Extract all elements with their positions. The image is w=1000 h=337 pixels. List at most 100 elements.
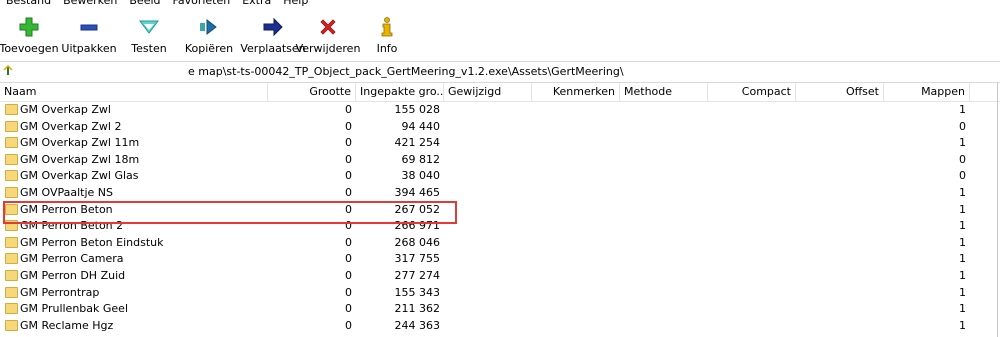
row-folders: 1 xyxy=(959,252,966,266)
row-folders: 1 xyxy=(959,202,966,216)
info-label: Info xyxy=(376,42,398,55)
row-size: 0 xyxy=(345,318,352,332)
row-packed: 211 362 xyxy=(394,302,441,316)
table-row[interactable]: GM Overkap Zwl Glas 0 38 040 0 xyxy=(0,168,1000,185)
address-path[interactable]: e map\st-ts-00042_TP_Object_pack_GertMee… xyxy=(188,65,624,78)
table-row[interactable]: GM Overkap Zwl 18m 0 69 812 0 xyxy=(0,152,1000,169)
menu-favorieten[interactable]: Favorieten xyxy=(167,0,237,8)
row-packed: 394 465 xyxy=(394,185,441,199)
row-name: GM Overkap Zwl Glas xyxy=(20,169,139,183)
window-border xyxy=(997,83,998,337)
row-packed: 155 343 xyxy=(394,285,441,299)
column-attributes[interactable]: Kenmerken xyxy=(532,83,620,101)
menu-help[interactable]: Help xyxy=(277,0,314,8)
row-packed: 94 440 xyxy=(401,119,441,133)
table-row[interactable]: GM Reclame Hgz 0 244 363 1 xyxy=(0,318,1000,335)
column-folders[interactable]: Mappen xyxy=(884,83,970,101)
address-bar[interactable]: e map\st-ts-00042_TP_Object_pack_GertMee… xyxy=(0,61,1000,83)
column-packed[interactable]: Ingepakte gro... xyxy=(356,83,444,101)
row-size: 0 xyxy=(345,252,352,266)
row-name: GM Perron Camera xyxy=(20,252,124,266)
row-packed: 267 052 xyxy=(394,202,441,216)
test-button[interactable]: Testen xyxy=(122,14,176,60)
table-row[interactable]: GM Perron Beton 0 267 052 1 xyxy=(0,202,1000,219)
row-folders: 1 xyxy=(959,302,966,316)
row-size: 0 xyxy=(345,219,352,233)
test-label: Testen xyxy=(131,42,167,55)
menu-beeld[interactable]: Beeld xyxy=(123,0,166,8)
menu-bar: Bestand Bewerken Beeld Favorieten Extra … xyxy=(0,0,1000,8)
row-folders: 0 xyxy=(959,169,966,183)
row-size: 0 xyxy=(345,169,352,183)
delete-label: Verwijderen xyxy=(295,42,361,55)
row-name: GM Perrontrap xyxy=(20,285,100,299)
table-row[interactable]: GM OVPaaltje NS 0 394 465 1 xyxy=(0,185,1000,202)
row-folders: 1 xyxy=(959,285,966,299)
row-packed: 277 274 xyxy=(394,268,441,282)
row-packed: 69 812 xyxy=(401,152,441,166)
row-name: GM Overkap Zwl 11m xyxy=(20,136,140,150)
row-packed: 266 971 xyxy=(394,219,441,233)
add-label: Toevoegen xyxy=(0,42,59,55)
row-packed: 244 363 xyxy=(394,318,441,332)
delete-icon xyxy=(317,16,339,38)
column-size[interactable]: Grootte xyxy=(268,83,356,101)
menu-bewerken[interactable]: Bewerken xyxy=(57,0,123,8)
row-folders: 1 xyxy=(959,219,966,233)
table-row[interactable]: GM Perron DH Zuid 0 277 274 1 xyxy=(0,268,1000,285)
row-size: 0 xyxy=(345,268,352,282)
row-folders: 1 xyxy=(959,318,966,332)
column-compact[interactable]: Compact xyxy=(708,83,796,101)
row-name: GM Reclame Hgz xyxy=(20,318,114,332)
file-list: Naam Grootte Ingepakte gro... Gewijzigd … xyxy=(0,83,1000,334)
row-name: GM Overkap Zwl 2 xyxy=(20,119,122,133)
column-offset[interactable]: Offset xyxy=(796,83,884,101)
menu-bestand[interactable]: Bestand xyxy=(0,0,57,8)
row-folders: 0 xyxy=(959,152,966,166)
info-icon xyxy=(376,16,398,38)
menu-extra[interactable]: Extra xyxy=(236,0,277,8)
row-size: 0 xyxy=(345,302,352,316)
delete-button[interactable]: Verwijderen xyxy=(295,14,361,60)
toolbar: Toevoegen Uitpakken Testen Kopiëren Verp… xyxy=(0,14,1000,60)
table-row[interactable]: GM Overkap Zwl 0 155 028 1 xyxy=(0,102,1000,119)
table-row[interactable]: GM Overkap Zwl 11m 0 421 254 1 xyxy=(0,135,1000,152)
row-size: 0 xyxy=(345,202,352,216)
copy-button[interactable]: Kopiëren xyxy=(182,14,236,60)
column-name[interactable]: Naam xyxy=(0,83,268,101)
extract-label: Uitpakken xyxy=(61,42,117,55)
table-row[interactable]: GM Perron Beton Eindstuk 0 268 046 1 xyxy=(0,235,1000,252)
row-folders: 1 xyxy=(959,136,966,150)
row-name: GM Prullenbak Geel xyxy=(20,302,129,316)
row-name: GM Overkap Zwl xyxy=(20,103,111,116)
row-name: GM OVPaaltje NS xyxy=(20,185,114,199)
column-modified[interactable]: Gewijzigd xyxy=(444,83,532,101)
test-icon xyxy=(138,16,160,38)
row-folders: 0 xyxy=(959,119,966,133)
row-packed: 421 254 xyxy=(394,136,441,150)
extract-button[interactable]: Uitpakken xyxy=(61,14,117,60)
table-row[interactable]: GM Perrontrap 0 155 343 1 xyxy=(0,285,1000,302)
copy-icon xyxy=(198,16,220,38)
row-packed: 38 040 xyxy=(401,169,441,183)
extract-icon xyxy=(78,16,100,38)
folder-up-icon[interactable] xyxy=(3,65,13,77)
row-size: 0 xyxy=(345,119,352,133)
info-button[interactable]: Info xyxy=(372,14,402,60)
row-folders: 1 xyxy=(959,268,966,282)
table-row[interactable]: GM Perron Camera 0 317 755 1 xyxy=(0,251,1000,268)
row-packed: 155 028 xyxy=(394,103,441,116)
row-name: GM Overkap Zwl 18m xyxy=(20,152,140,166)
table-row[interactable]: GM Perron Beton 2 0 266 971 1 xyxy=(0,218,1000,235)
column-method[interactable]: Methode xyxy=(620,83,708,101)
table-row[interactable]: GM Prullenbak Geel 0 211 362 1 xyxy=(0,301,1000,318)
table-row[interactable]: GM Overkap Zwl 2 0 94 440 0 xyxy=(0,119,1000,136)
add-icon xyxy=(18,16,40,38)
row-folders: 1 xyxy=(959,103,966,116)
add-button[interactable]: Toevoegen xyxy=(0,14,59,60)
row-packed: 317 755 xyxy=(394,252,441,266)
row-folders: 1 xyxy=(959,235,966,249)
row-name: GM Perron Beton Eindstuk xyxy=(20,235,164,249)
row-size: 0 xyxy=(345,152,352,166)
row-folders: 1 xyxy=(959,185,966,199)
